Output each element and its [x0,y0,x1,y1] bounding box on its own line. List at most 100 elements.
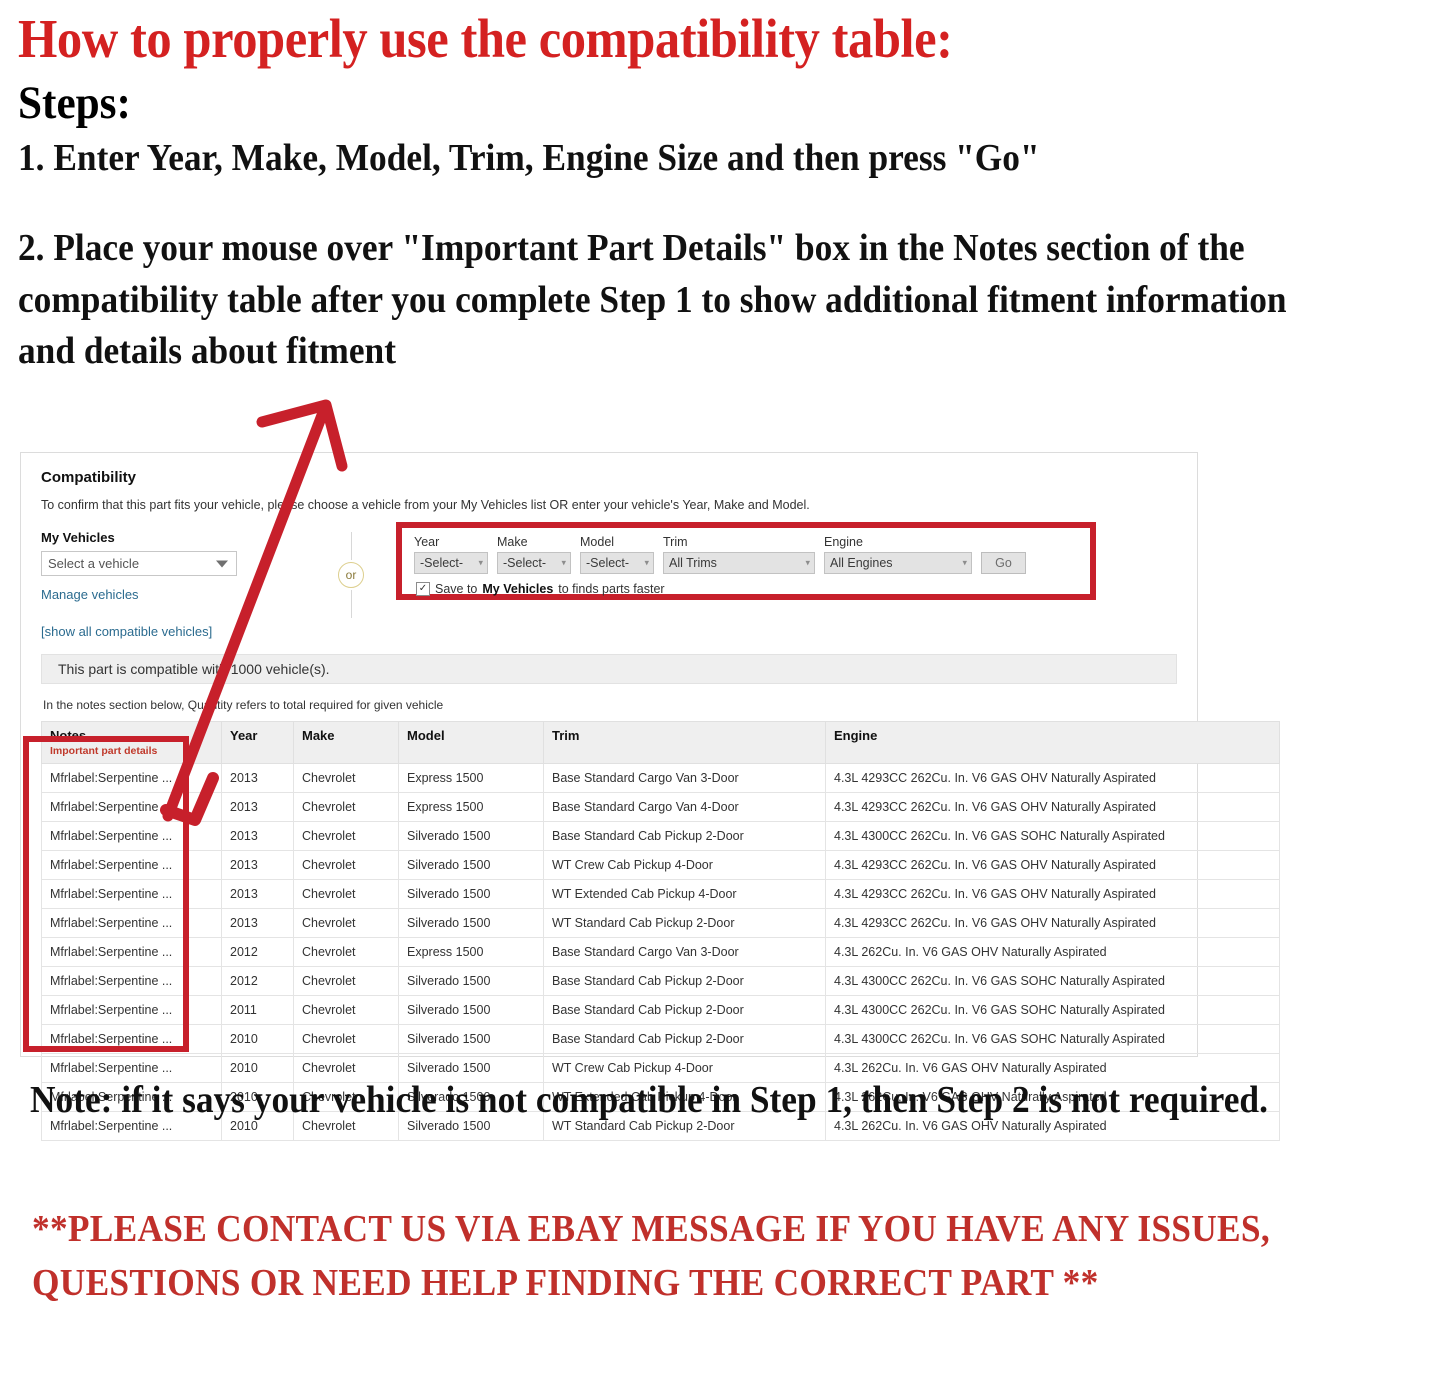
instructions-block: How to properly use the compatibility ta… [18,10,1418,377]
year-field-group: Year -Select- ▾ [414,535,488,574]
cell-make: Chevrolet [293,763,399,793]
show-all-compatible-vehicles-link[interactable]: [show all compatible vehicles] [41,624,271,639]
year-label: Year [414,535,440,549]
compatibility-card: Compatibility To confirm that this part … [20,452,1280,1141]
cell-notes[interactable]: Mfrlabel:Serpentine ... [41,937,222,967]
table-row: Mfrlabel:Serpentine ... 2013 Chevrolet Silv… [41,850,1280,880]
trim-label: Trim [663,535,688,549]
my-vehicles-label: My Vehicles [41,530,115,545]
cell-engine: 4.3L 4300CC 262Cu. In. V6 GAS SOHC Natur… [825,821,1280,851]
cell-engine: 4.3L 4293CC 262Cu. In. V6 GAS OHV Natura… [825,763,1280,793]
cell-notes[interactable]: Mfrlabel:Serpentine ... [41,821,222,851]
cell-notes[interactable]: Mfrlabel:Serpentine ... [41,763,222,793]
cell-notes[interactable]: Mfrlabel:Serpentine ... [41,966,222,996]
cell-notes[interactable]: Mfrlabel:Serpentine ... [41,879,222,909]
my-vehicles-panel: My Vehicles Select a vehicle Manage vehi… [41,530,271,639]
trim-select[interactable]: All Trims ▾ [663,552,815,574]
table-row: Mfrlabel:Serpentine ... 2013 Chevrolet Expr… [41,763,1280,793]
cell-year: 2013 [221,821,294,851]
table-row: Mfrlabel:Serpentine ... 2013 Chevrolet Expr… [41,792,1280,822]
cell-model: Silverado 1500 [398,908,544,938]
save-to-my-vehicles-checkbox[interactable]: ✓ [416,582,430,596]
cell-model: Express 1500 [398,937,544,967]
chevron-down-icon: ▾ [805,557,810,568]
engine-select[interactable]: All Engines ▾ [824,552,972,574]
cell-trim: WT Standard Cab Pickup 2-Door [543,908,826,938]
year-select-value: -Select- [420,556,464,570]
select-a-vehicle-dropdown[interactable]: Select a vehicle [41,551,237,576]
manage-vehicles-link[interactable]: Manage vehicles [41,587,271,602]
or-divider-label: or [338,562,364,588]
cell-engine: 4.3L 4293CC 262Cu. In. V6 GAS OHV Natura… [825,850,1280,880]
compatibility-heading: Compatibility [41,469,137,486]
cell-make: Chevrolet [293,792,399,822]
cell-make: Chevrolet [293,937,399,967]
cell-model: Silverado 1500 [398,879,544,909]
engine-select-value: All Engines [830,556,893,570]
cell-engine: 4.3L 4300CC 262Cu. In. V6 GAS SOHC Natur… [825,995,1280,1025]
engine-label: Engine [824,535,863,549]
steps-label: Steps: [18,76,131,129]
important-part-details-label[interactable]: Important part details [50,745,213,757]
column-header-model[interactable]: Model [398,721,544,764]
compatibility-count-banner: This part is compatible with 1000 vehicl… [41,654,1177,684]
table-row: Mfrlabel:Serpentine ... 2013 Chevrolet Silv… [41,908,1280,938]
model-select-value: -Select- [586,556,630,570]
table-row: Mfrlabel:Serpentine ... 2011 Chevrolet Silv… [41,995,1280,1025]
page-title: How to properly use the compatibility ta… [18,8,953,69]
make-select[interactable]: -Select- ▾ [497,552,571,574]
column-header-notes[interactable]: Notes Important part details [41,721,222,764]
fitment-header-row: Notes Important part details Year Make M… [41,721,1280,764]
make-field-group: Make -Select- ▾ [497,535,571,574]
cell-notes[interactable]: Mfrlabel:Serpentine ... [41,908,222,938]
save-text-suffix: to finds parts faster [558,582,665,596]
column-header-make[interactable]: Make [293,721,399,764]
cell-trim: Base Standard Cab Pickup 2-Door [543,995,826,1025]
chevron-down-icon: ▾ [561,557,566,568]
make-label: Make [497,535,528,549]
table-row: Mfrlabel:Serpentine ... 2013 Chevrolet Silv… [41,821,1280,851]
cell-notes[interactable]: Mfrlabel:Serpentine ... [41,792,222,822]
cell-notes[interactable]: Mfrlabel:Serpentine ... [41,1024,222,1054]
trim-field-group: Trim All Trims ▾ [663,535,815,574]
cell-year: 2012 [221,966,294,996]
vehicle-selector-highlight-box: Year -Select- ▾ Make -Select- ▾ Model -S… [396,522,1096,600]
year-select[interactable]: -Select- ▾ [414,552,488,574]
go-button[interactable]: Go [981,552,1026,574]
cell-engine: 4.3L 4300CC 262Cu. In. V6 GAS SOHC Natur… [825,1024,1280,1054]
chevron-down-icon: ▾ [644,557,649,568]
cell-model: Silverado 1500 [398,995,544,1025]
column-header-engine[interactable]: Engine [825,721,1280,764]
cell-notes[interactable]: Mfrlabel:Serpentine ... [41,850,222,880]
cell-trim: WT Extended Cab Pickup 4-Door [543,879,826,909]
cell-model: Silverado 1500 [398,821,544,851]
cell-trim: Base Standard Cab Pickup 2-Door [543,821,826,851]
cell-model: Silverado 1500 [398,966,544,996]
cell-notes[interactable]: Mfrlabel:Serpentine ... [41,995,222,1025]
select-a-vehicle-value: Select a vehicle [48,556,140,571]
or-divider-line-top [350,532,352,560]
step-one-text: 1. Enter Year, Make, Model, Trim, Engine… [18,136,1040,179]
column-header-year[interactable]: Year [221,721,294,764]
chevron-down-icon: ▾ [478,557,483,568]
or-divider: or [331,532,371,618]
cell-year: 2013 [221,879,294,909]
cell-make: Chevrolet [293,966,399,996]
cell-make: Chevrolet [293,850,399,880]
column-header-trim[interactable]: Trim [543,721,826,764]
cell-trim: WT Crew Cab Pickup 4-Door [543,850,826,880]
cell-make: Chevrolet [293,908,399,938]
step-two-text: 2. Place your mouse over "Important Part… [18,227,1287,372]
table-row: Mfrlabel:Serpentine ... 2013 Chevrolet Silv… [41,879,1280,909]
save-text-prefix: Save to [435,582,478,596]
cell-engine: 4.3L 4293CC 262Cu. In. V6 GAS OHV Natura… [825,792,1280,822]
cell-engine: 4.3L 262Cu. In. V6 GAS OHV Naturally Asp… [825,937,1280,967]
cell-trim: Base Standard Cargo Van 3-Door [543,763,826,793]
cell-make: Chevrolet [293,1024,399,1054]
save-text-bold: My Vehicles [482,582,554,596]
trim-select-value: All Trims [669,556,717,570]
cell-make: Chevrolet [293,821,399,851]
fitment-table-head: Notes Important part details Year Make M… [41,721,1280,764]
model-label: Model [580,535,615,549]
model-select[interactable]: -Select- ▾ [580,552,654,574]
